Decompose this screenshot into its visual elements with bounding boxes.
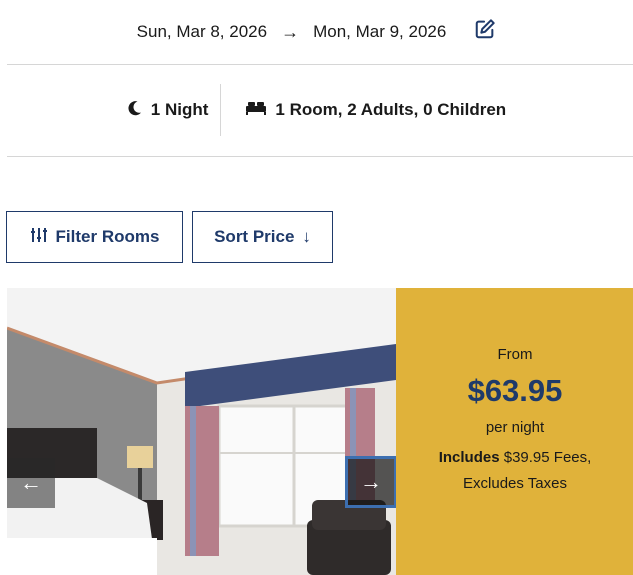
edit-icon[interactable] (474, 18, 496, 40)
check-out-date: Mon, Mar 9, 2026 (313, 22, 447, 41)
stay-dates: Sun, Mar 8, 2026 → Mon, Mar 9, 2026 (0, 0, 633, 64)
sliders-icon (30, 226, 48, 249)
nights-label: 1 Night (150, 100, 209, 119)
includes-label: Includes (438, 449, 500, 466)
arrow-down-icon: ↓ (302, 227, 311, 246)
excludes-taxes-label: Excludes Taxes (463, 475, 567, 492)
bed-icon (245, 100, 267, 121)
arrow-left-icon: ← (20, 470, 42, 495)
carousel-next-button[interactable]: → (345, 456, 396, 508)
filter-rooms-button[interactable]: Filter Rooms (6, 211, 183, 263)
sort-price-button[interactable]: Sort Price ↓ (192, 211, 333, 263)
room-photo: ← → (7, 288, 396, 575)
sort-price-label: Sort Price (214, 227, 295, 246)
stay-summary: 1 Night 1 Room, 2 Adults, 0 Children (0, 84, 633, 136)
nights-summary: 1 Night (127, 84, 222, 136)
guests-summary: 1 Room, 2 Adults, 0 Children (221, 84, 506, 136)
divider-top (7, 64, 633, 65)
carousel-prev-button[interactable]: ← (7, 458, 55, 508)
room-price: $63.95 (467, 373, 563, 408)
per-night-label: per night (485, 419, 545, 436)
filter-rooms-label: Filter Rooms (55, 227, 160, 246)
price-panel: From $63.95 per night Includes $39.95 Fe… (396, 288, 633, 575)
arrow-right-icon: → (360, 469, 382, 494)
date-range-arrow: → (281, 21, 300, 42)
fees-amount: $39.95 Fees, (499, 449, 592, 466)
divider-bottom (7, 156, 633, 157)
guests-label: 1 Room, 2 Adults, 0 Children (275, 100, 507, 119)
fees-note: Includes $39.95 Fees, Excludes Taxes (439, 445, 592, 497)
moon-icon (127, 100, 143, 121)
check-in-date: Sun, Mar 8, 2026 (136, 22, 268, 41)
price-from-label: From (497, 346, 533, 363)
room-card: ← → From $63.95 per night Includes $39.9… (7, 288, 633, 575)
